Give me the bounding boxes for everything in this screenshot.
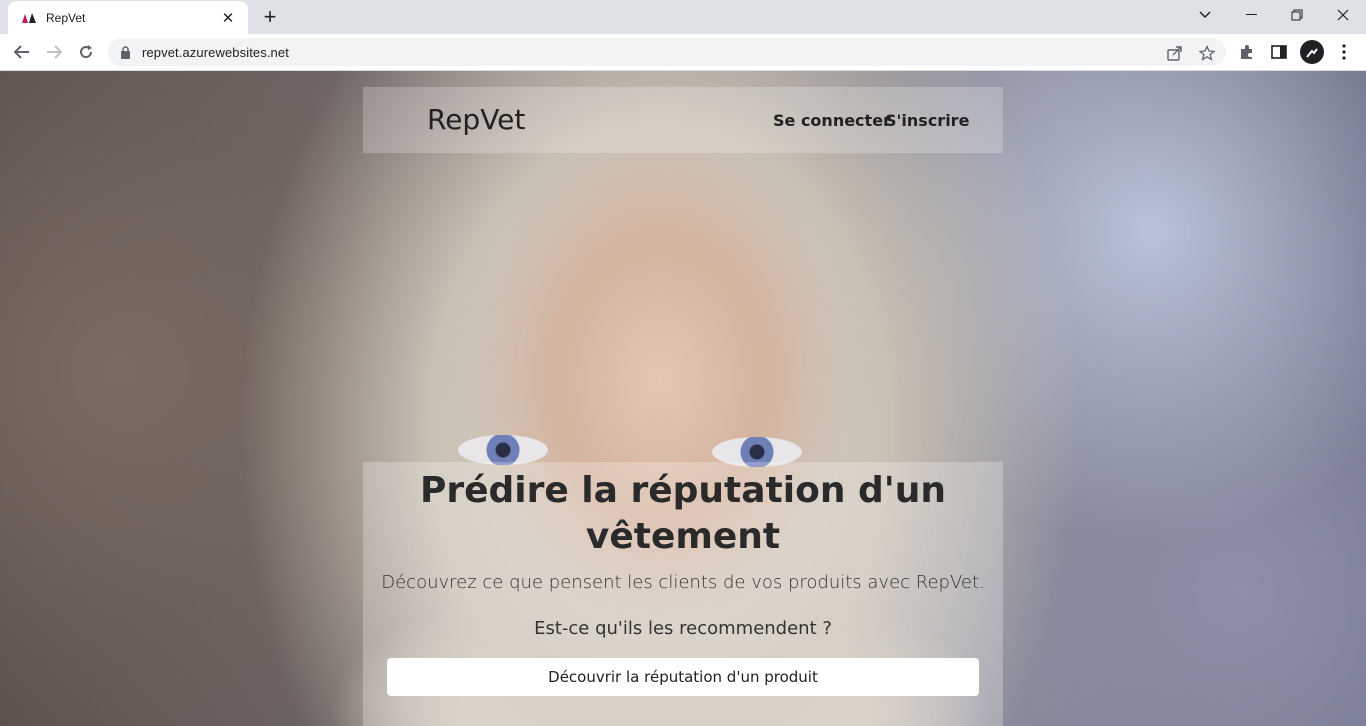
- lock-icon[interactable]: [120, 45, 132, 59]
- tab-repvet[interactable]: RepVet ✕: [8, 1, 248, 34]
- page-viewport: RepVet Se connecter S'inscrire Prédire l…: [0, 71, 1366, 726]
- reload-icon[interactable]: [72, 38, 100, 66]
- hero-title: Prédire la réputation d'un vêtement: [419, 470, 947, 557]
- discover-reputation-button[interactable]: Découvrir la réputation d'un produit: [387, 658, 979, 696]
- close-icon[interactable]: ✕: [218, 8, 238, 28]
- plus-icon[interactable]: +: [259, 4, 281, 29]
- address-bar[interactable]: repvet.azurewebsites.net: [108, 38, 1226, 66]
- hero-question: Est-ce qu'ils les recommendent ?: [534, 618, 832, 639]
- kebab-menu-icon[interactable]: [1334, 42, 1354, 62]
- hero-panel: Prédire la réputation d'un vêtement Déco…: [363, 462, 1003, 726]
- tab-title: RepVet: [46, 10, 86, 25]
- hero-subtitle: Découvrez ce que pensent les clients de …: [381, 572, 985, 593]
- favicon-icon: [20, 10, 38, 26]
- side-panel-icon[interactable]: [1269, 42, 1289, 62]
- hero-image-eye: [458, 435, 548, 465]
- browser-toolbar: repvet.azurewebsites.net: [0, 34, 1366, 71]
- star-icon[interactable]: [1198, 44, 1216, 62]
- site-brand[interactable]: RepVet: [427, 103, 525, 136]
- share-icon[interactable]: [1166, 44, 1184, 62]
- close-window-icon[interactable]: [1320, 0, 1366, 30]
- tab-strip: RepVet ✕ +: [0, 0, 1366, 34]
- chevron-down-icon[interactable]: [1182, 0, 1228, 30]
- login-link[interactable]: Se connecter: [773, 111, 891, 130]
- avatar[interactable]: [1300, 40, 1324, 64]
- puzzle-icon[interactable]: [1237, 42, 1257, 62]
- minimize-icon[interactable]: [1228, 0, 1274, 30]
- forward-icon[interactable]: [40, 38, 68, 66]
- site-header: RepVet Se connecter S'inscrire: [363, 87, 1003, 153]
- signup-link[interactable]: S'inscrire: [885, 111, 969, 130]
- url-text[interactable]: repvet.azurewebsites.net: [142, 45, 289, 60]
- restore-icon[interactable]: [1274, 0, 1320, 30]
- back-icon[interactable]: [8, 38, 36, 66]
